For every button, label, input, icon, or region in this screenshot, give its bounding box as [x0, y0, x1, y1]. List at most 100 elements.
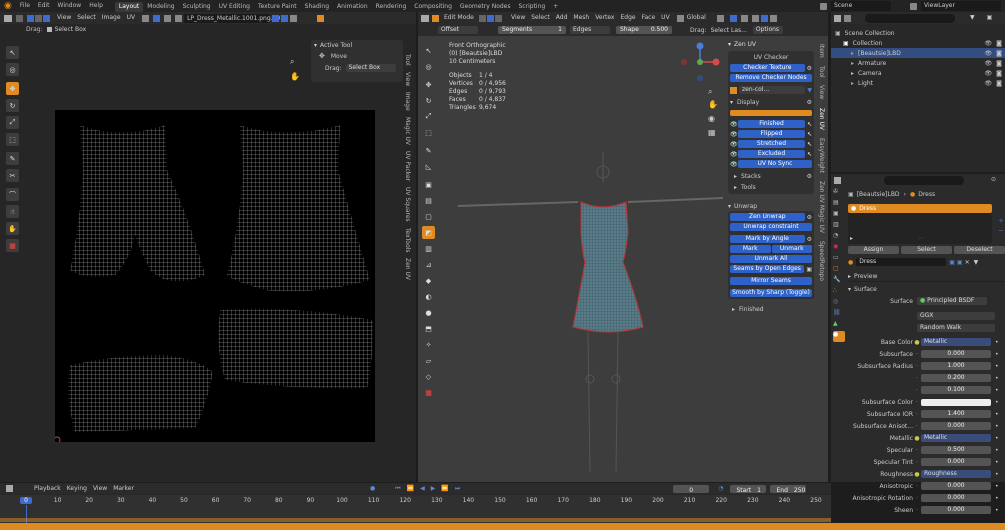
number-field[interactable]: 1.000	[921, 362, 991, 370]
play-reverse-icon[interactable]: ◀	[417, 483, 428, 495]
uv-menu-view[interactable]: View	[54, 12, 74, 24]
overlay-icon[interactable]	[729, 14, 737, 22]
socket-icon[interactable]: ·	[913, 495, 921, 502]
select-mode-icon[interactable]	[27, 14, 34, 22]
snap-icon[interactable]	[153, 14, 161, 22]
rip-tool-icon[interactable]: ✂	[6, 169, 19, 182]
socket-icon[interactable]: ·	[913, 423, 921, 430]
vp-shrink-tool-icon[interactable]: ✧	[422, 338, 435, 351]
material-filter-icon[interactable]: ▼	[974, 259, 979, 266]
relax-tool-icon[interactable]: ☝	[6, 205, 19, 218]
properties-type-icon[interactable]	[834, 176, 841, 184]
color-swatch[interactable]	[921, 398, 991, 406]
unwrap-collapse-icon[interactable]: ▾	[728, 203, 731, 210]
stacks-settings-icon[interactable]: ⚙	[807, 173, 812, 180]
tools-title[interactable]: Tools	[741, 184, 756, 191]
socket-icon[interactable]: ●	[913, 435, 921, 442]
play-icon[interactable]: ▶	[428, 483, 439, 495]
slot-add-button[interactable]: ＋	[998, 216, 1004, 225]
material-copy-icon[interactable]: ▣	[957, 259, 963, 266]
outliner-type-icon[interactable]	[834, 14, 841, 22]
render-camera-icon[interactable]: ◙	[996, 70, 1002, 77]
offset-field[interactable]: Offset	[438, 26, 478, 34]
transform-orientation[interactable]: Global	[684, 12, 709, 24]
slot-expand-icon[interactable]: ▸	[850, 235, 853, 242]
render-camera-icon[interactable]: ◙	[996, 60, 1002, 67]
number-field[interactable]: 0.200	[921, 374, 991, 382]
tab-texture-paint[interactable]: Texture Paint	[254, 2, 301, 12]
surface-shader-field[interactable]: ● Principled BSDF	[917, 297, 987, 305]
visibility-eye-icon[interactable]: 👁	[985, 70, 993, 77]
tab-animation[interactable]: Animation	[333, 2, 372, 12]
vp-tab-zen-magic[interactable]: Zen UV Magic UV	[818, 181, 825, 233]
zen-unwrap-button[interactable]: Zen Unwrap	[730, 213, 805, 221]
uv-menu-uv[interactable]: UV	[124, 12, 139, 24]
image-browse-icon[interactable]	[175, 14, 183, 22]
view-layer-selector[interactable]: ViewLayer	[910, 1, 1001, 11]
preview-title[interactable]: Preview	[854, 273, 877, 280]
modifier-props-icon[interactable]: 🔧	[833, 276, 845, 287]
timeline-scrollbar[interactable]	[0, 518, 831, 522]
vp-edge-slide-tool-icon[interactable]: ⬒	[422, 322, 435, 335]
pivot-icon[interactable]	[142, 14, 150, 22]
collapse-arrow-icon[interactable]: ▾	[314, 42, 317, 49]
blender-logo-icon[interactable]: ◉	[0, 1, 16, 11]
tab-shading[interactable]: Shading	[301, 2, 333, 12]
tl-menu-keying[interactable]: Keying	[64, 483, 90, 495]
outliner-item[interactable]: ▸ [Beautsie]LBD 👁 ◙	[831, 48, 1005, 58]
vp-zoom-icon[interactable]: ⌕	[708, 87, 712, 97]
tab-magic-uv[interactable]: Magic UV	[404, 117, 411, 145]
tab-zen-uv[interactable]: Zen UV	[404, 258, 411, 280]
eye-icon[interactable]: 👁	[730, 141, 738, 148]
navigation-gizmo[interactable]	[680, 42, 720, 82]
select-button[interactable]: Select	[901, 246, 952, 254]
render-camera-icon[interactable]: ◙	[996, 40, 1002, 47]
end-frame-field[interactable]: End 250	[770, 484, 807, 494]
zoom-icon[interactable]: ⌕	[290, 57, 294, 67]
properties-search[interactable]	[884, 175, 964, 185]
vp-tab-view[interactable]: View	[818, 85, 825, 99]
image-name-field[interactable]: LP_Dress_Metallic.1001.png.001	[184, 13, 284, 23]
display-collapse-icon[interactable]: ▾	[730, 99, 733, 106]
sss-method-select[interactable]: Random Walk	[917, 324, 995, 332]
menu-help[interactable]: Help	[85, 0, 107, 12]
shading-solid-icon[interactable]	[760, 14, 768, 22]
tab-scripting[interactable]: Scripting	[515, 2, 550, 12]
new-image-icon[interactable]	[281, 14, 289, 22]
visibility-eye-icon[interactable]: 👁	[985, 40, 993, 47]
visibility-eye-icon[interactable]: 👁	[985, 50, 993, 57]
pin-props-icon[interactable]: ⊙	[988, 174, 999, 186]
vp-tab-zen-uv[interactable]: Zen UV	[818, 108, 825, 130]
vp-checker-tool-icon[interactable]: ▦	[422, 386, 435, 399]
data-props-icon[interactable]: ▲	[833, 320, 845, 331]
pan-hand-icon[interactable]: ✋	[290, 72, 300, 81]
number-field[interactable]: 0.100	[921, 386, 991, 394]
tab-rendering[interactable]: Rendering	[372, 2, 411, 12]
toggle-excluded[interactable]: Excluded	[738, 150, 805, 158]
linked-value-field[interactable]: Roughness	[921, 470, 991, 478]
material-close-icon[interactable]: ✕	[965, 259, 970, 266]
keyframe-dot-icon[interactable]: •	[995, 399, 999, 406]
vp-rotate-tool-icon[interactable]: ↻	[422, 94, 435, 107]
tab-sculpting[interactable]: Sculpting	[179, 2, 215, 12]
number-field[interactable]: 0.000	[921, 422, 991, 430]
select-cursor-icon[interactable]: ↖	[807, 121, 812, 128]
finished-title[interactable]: Finished	[739, 306, 764, 313]
number-field[interactable]: 1.400	[921, 410, 991, 418]
toggle-stretched[interactable]: Stretched	[738, 140, 805, 148]
socket-icon[interactable]: ·	[913, 375, 921, 382]
number-field[interactable]: 0.000	[921, 482, 991, 490]
current-frame-field[interactable]: 0	[673, 484, 710, 494]
vp-menu-select[interactable]: Select	[528, 12, 553, 24]
menu-window[interactable]: Window	[54, 0, 86, 12]
tab-image[interactable]: Image	[404, 92, 411, 111]
keyframe-dot-icon[interactable]: •	[995, 495, 999, 502]
vp-bevel-tool-icon[interactable]: ◩	[422, 226, 435, 239]
edge-mode-icon[interactable]	[487, 14, 494, 22]
select-mode-face-icon[interactable]	[43, 14, 50, 22]
tab-layout[interactable]: Layout	[114, 1, 144, 12]
vp-tab-item[interactable]: Item	[818, 44, 825, 58]
constraints-props-icon[interactable]: ⛓	[833, 309, 845, 320]
tab-tool[interactable]: Tool	[404, 54, 411, 66]
toggle-uv-no-sync[interactable]: UV No Sync	[738, 160, 812, 168]
